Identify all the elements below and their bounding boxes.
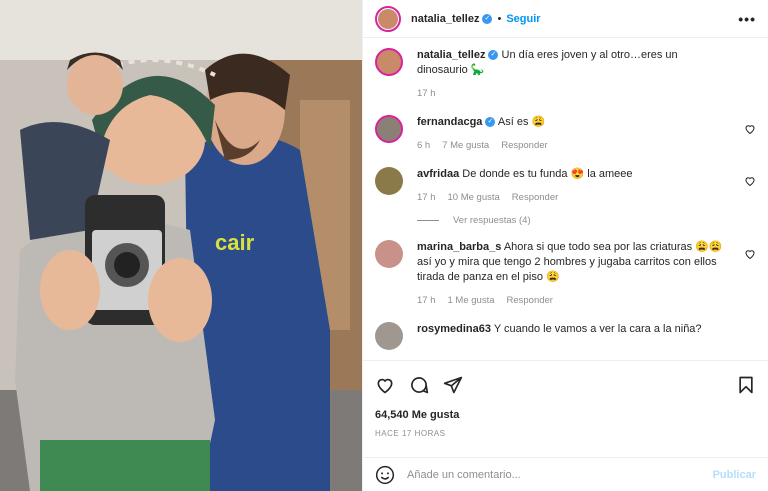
comment-username[interactable]: marina_barba_s: [417, 241, 501, 253]
comment-text: Y cuando le vamos a ver la cara a la niñ…: [493, 323, 702, 335]
heart-icon[interactable]: [375, 375, 395, 395]
view-replies-button[interactable]: Ver respuestas (4): [417, 215, 756, 226]
post-header: natalia_tellez ✓ • Seguir •••: [363, 0, 768, 38]
comment-input[interactable]: [407, 468, 713, 481]
comment-item: fernandacga ✓ Así es 😩 6 h 7 Me gusta Respo…: [375, 115, 756, 153]
heart-icon[interactable]: [744, 175, 756, 187]
reply-button[interactable]: Responder: [501, 140, 547, 151]
comment-username[interactable]: rosymedina63: [417, 323, 491, 335]
share-icon[interactable]: [443, 375, 463, 395]
author-avatar[interactable]: [375, 5, 401, 32]
comment-likes[interactable]: 1 Me gusta: [448, 295, 495, 306]
comment-time[interactable]: 6 h: [417, 140, 430, 151]
comment-likes[interactable]: 7 Me gusta: [442, 140, 489, 151]
comment-item: rosymedina63 Y cuando le vamos a ver la …: [375, 322, 756, 350]
comment-time[interactable]: 17 h: [417, 192, 436, 203]
author-username[interactable]: natalia_tellez: [411, 13, 479, 25]
post-modal: cair natalia_tellez ✓ • Seguir ••• natal…: [0, 0, 768, 491]
comment-avatar[interactable]: [375, 167, 403, 195]
follow-button[interactable]: Seguir: [506, 13, 540, 25]
comment-avatar[interactable]: [375, 240, 403, 268]
post-photo-illustration: cair: [0, 0, 362, 491]
view-replies-label: Ver respuestas (4): [453, 215, 531, 226]
verified-badge-icon: ✓: [488, 50, 499, 61]
post-timestamp: HACE 17 HORAS: [375, 429, 446, 438]
more-options-icon[interactable]: •••: [738, 11, 756, 27]
bookmark-icon[interactable]: [736, 375, 756, 395]
comment-time[interactable]: 17 h: [417, 295, 436, 306]
likes-count[interactable]: 64,540 Me gusta: [375, 409, 756, 421]
post-photo[interactable]: cair: [0, 0, 362, 491]
emoji-icon[interactable]: [375, 465, 395, 485]
comment-icon[interactable]: [409, 375, 429, 395]
reply-button[interactable]: Responder: [512, 192, 558, 203]
add-comment-bar: Publicar: [363, 457, 768, 491]
comment-text: Así es 😩: [497, 116, 546, 128]
header-separator: •: [497, 12, 502, 25]
reply-button[interactable]: Responder: [507, 295, 553, 306]
caption: natalia_tellez ✓ Un día eres joven y al o…: [375, 48, 756, 101]
comment-text: De donde es tu funda 😍 la ameee: [462, 168, 633, 180]
svg-text:cair: cair: [215, 230, 255, 255]
comment-likes[interactable]: 10 Me gusta: [448, 192, 500, 203]
verified-badge-icon: ✓: [485, 117, 496, 128]
comments-list[interactable]: natalia_tellez ✓ Un día eres joven y al o…: [363, 38, 768, 360]
caption-time[interactable]: 17 h: [417, 88, 436, 99]
heart-icon[interactable]: [744, 123, 756, 135]
verified-badge-icon: ✓: [482, 13, 493, 24]
publish-button[interactable]: Publicar: [713, 469, 756, 481]
comment-username[interactable]: fernandacga: [417, 116, 482, 128]
caption-avatar[interactable]: [375, 48, 403, 76]
caption-username[interactable]: natalia_tellez: [417, 49, 485, 61]
post-actions: 64,540 Me gusta HACE 17 HORAS: [363, 360, 768, 438]
comment-avatar[interactable]: [375, 322, 403, 350]
comment-username[interactable]: avfridaa: [417, 168, 459, 180]
comment-avatar[interactable]: [375, 115, 403, 143]
post-side-panel: natalia_tellez ✓ • Seguir ••• natalia_te…: [362, 0, 768, 491]
replies-divider: [417, 220, 439, 221]
comment-item: avfridaa De donde es tu funda 😍 la ameee…: [375, 167, 756, 205]
heart-icon[interactable]: [744, 248, 756, 260]
comment-item: marina_barba_s Ahora si que todo sea por…: [375, 240, 756, 308]
action-icons: [375, 373, 756, 397]
